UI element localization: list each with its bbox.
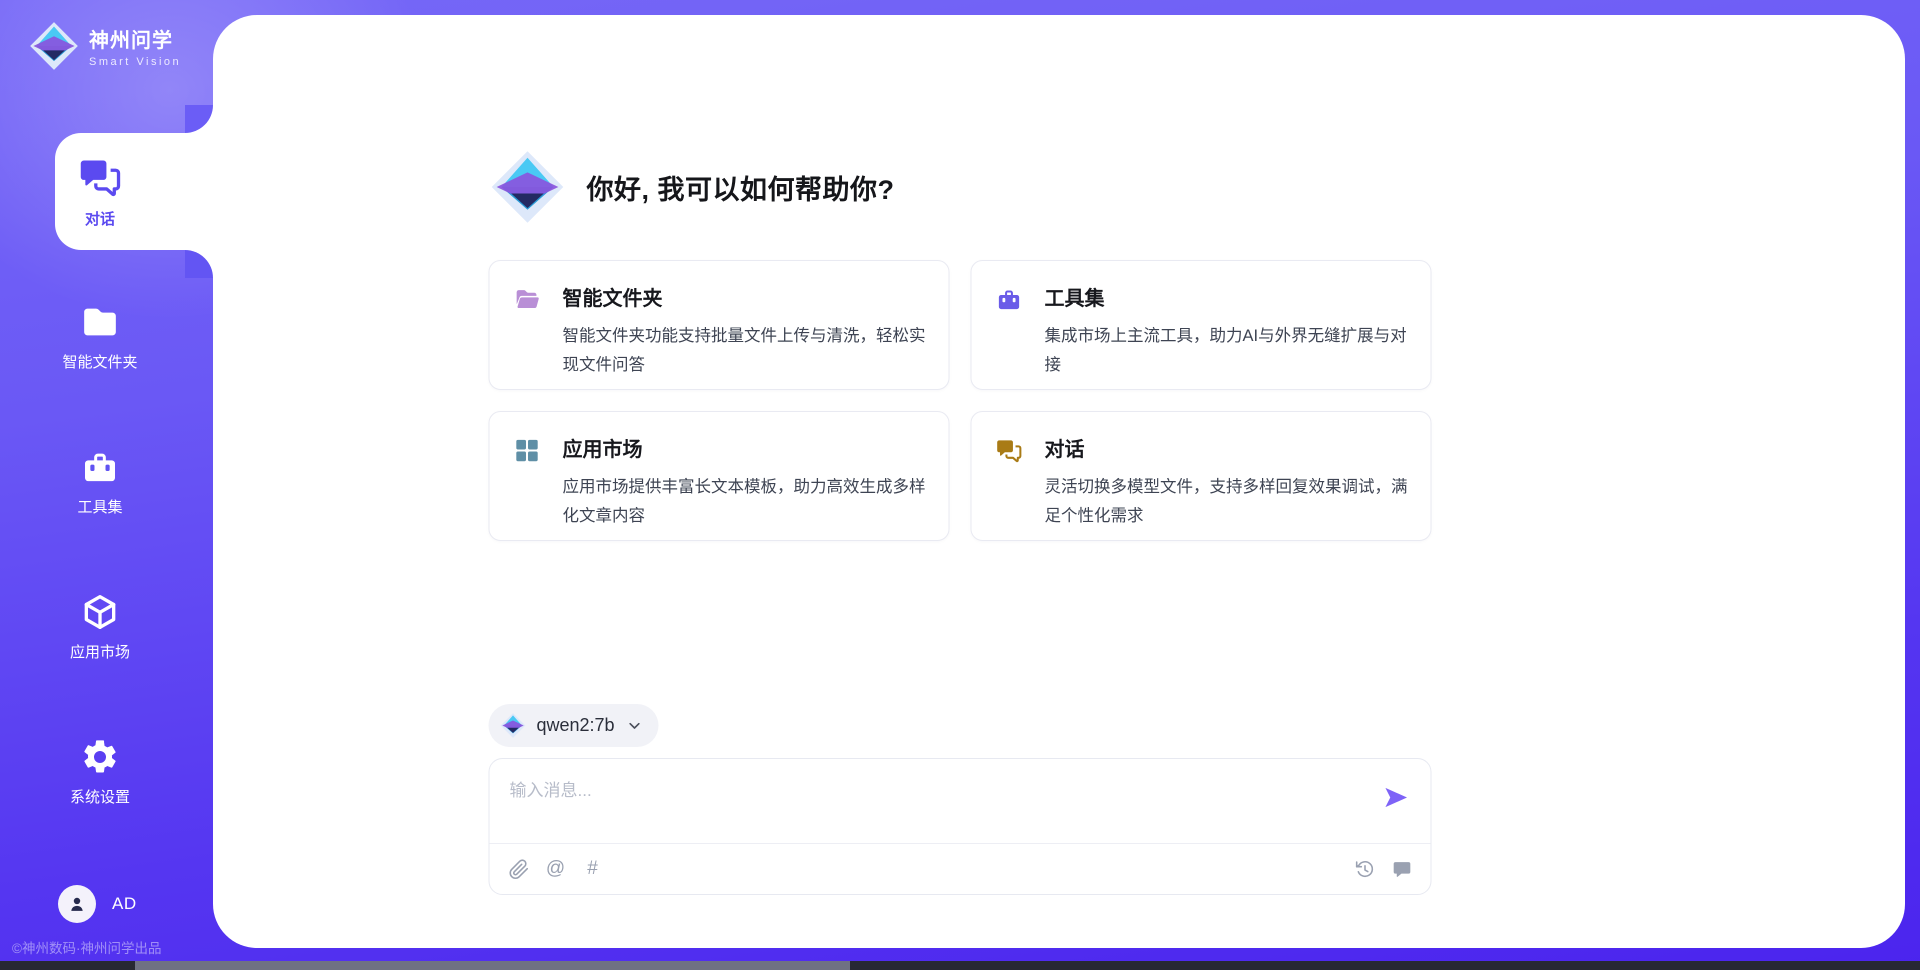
card-toolset[interactable]: 工具集 集成市场上主流工具，助力AI与外界无缝扩展与对接	[971, 260, 1432, 390]
sidebar: 神州问学 Smart Vision 对话 智能文件夹	[0, 0, 213, 970]
hash-icon: #	[587, 858, 598, 880]
card-description: 灵活切换多模型文件，支持多样回复效果调试，满足个性化需求	[1045, 473, 1409, 531]
send-button[interactable]	[1383, 784, 1410, 811]
sidebar-item-smart-folder[interactable]: 智能文件夹	[0, 278, 200, 395]
brand-logo-icon	[28, 20, 80, 72]
sidebar-item-app-market[interactable]: 应用市场	[0, 568, 200, 685]
card-title: 工具集	[1045, 286, 1409, 313]
scrollbar-thumb[interactable]	[135, 961, 850, 970]
composer-toolbar: @ #	[490, 844, 1431, 894]
chevron-down-icon	[627, 718, 643, 734]
card-description: 集成市场上主流工具，助力AI与外界无缝扩展与对接	[1045, 322, 1409, 380]
message-input[interactable]	[510, 776, 1357, 834]
gear-icon	[80, 737, 120, 777]
brand: 神州问学 Smart Vision	[28, 20, 181, 72]
sidebar-item-label: 应用市场	[70, 641, 130, 662]
sidebar-item-settings[interactable]: 系统设置	[0, 713, 200, 830]
sidebar-item-chat[interactable]: 对话	[0, 133, 200, 250]
toolbox-icon	[80, 447, 120, 487]
copyright: ©神州数码·神州问学出品	[12, 937, 161, 957]
send-icon	[1383, 784, 1410, 811]
model-selector[interactable]: qwen2:7b	[489, 704, 659, 747]
card-title: 智能文件夹	[563, 286, 927, 313]
cube-icon	[80, 592, 120, 632]
assistant-logo-icon	[489, 148, 567, 226]
history-button[interactable]	[1354, 858, 1376, 880]
model-logo-icon	[500, 712, 527, 739]
model-name: qwen2:7b	[537, 715, 615, 736]
feature-cards: 智能文件夹 智能文件夹功能支持批量文件上传与清洗，轻松实现文件问答 工具集 集成…	[489, 260, 1432, 541]
chat-bubble-icon	[1391, 859, 1412, 880]
greeting-title: 你好, 我可以如何帮助你?	[587, 168, 895, 207]
feedback-button[interactable]	[1391, 858, 1413, 880]
model-selector-row: qwen2:7b	[489, 704, 1432, 747]
folder-icon	[80, 302, 120, 342]
horizontal-scrollbar[interactable]	[0, 961, 1920, 970]
toolbox-icon	[996, 286, 1023, 313]
sidebar-nav: 对话 智能文件夹 工具集	[0, 133, 200, 858]
sidebar-item-toolset[interactable]: 工具集	[0, 423, 200, 540]
composer: @ #	[489, 758, 1432, 895]
topic-button[interactable]: #	[582, 858, 604, 880]
mention-button[interactable]: @	[545, 858, 567, 880]
sidebar-item-label: 工具集	[77, 496, 122, 517]
card-title: 应用市场	[563, 437, 927, 464]
brand-name: 神州问学	[89, 24, 181, 53]
sidebar-item-label: 智能文件夹	[62, 351, 137, 372]
chat-icon	[996, 437, 1023, 464]
tab-corner-top	[185, 105, 213, 133]
main-content: 你好, 我可以如何帮助你? 智能文件夹 智能文件夹功能支持批量文件上传与清洗，轻…	[489, 0, 1432, 970]
history-icon	[1354, 859, 1375, 880]
user-profile[interactable]: AD	[58, 885, 137, 923]
folder-open-icon	[514, 286, 541, 313]
at-icon: @	[546, 858, 565, 880]
avatar	[58, 885, 96, 923]
attach-button[interactable]	[508, 858, 530, 880]
card-smart-folder[interactable]: 智能文件夹 智能文件夹功能支持批量文件上传与清洗，轻松实现文件问答	[489, 260, 950, 390]
card-chat[interactable]: 对话 灵活切换多模型文件，支持多样回复效果调试，满足个性化需求	[971, 411, 1432, 541]
person-icon	[66, 893, 88, 915]
sidebar-item-label: 对话	[85, 208, 115, 229]
tab-corner-bottom	[185, 250, 213, 278]
greeting: 你好, 我可以如何帮助你?	[489, 148, 1432, 226]
chat-icon	[78, 155, 122, 199]
card-description: 应用市场提供丰富长文本模板，助力高效生成多样化文章内容	[563, 473, 927, 531]
paperclip-icon	[508, 859, 529, 880]
user-name: AD	[112, 894, 137, 914]
brand-subtitle: Smart Vision	[89, 56, 181, 68]
card-app-market[interactable]: 应用市场 应用市场提供丰富长文本模板，助力高效生成多样化文章内容	[489, 411, 950, 541]
app-grid-icon	[514, 437, 541, 464]
sidebar-item-label: 系统设置	[70, 786, 130, 807]
card-title: 对话	[1045, 437, 1409, 464]
card-description: 智能文件夹功能支持批量文件上传与清洗，轻松实现文件问答	[563, 322, 927, 380]
